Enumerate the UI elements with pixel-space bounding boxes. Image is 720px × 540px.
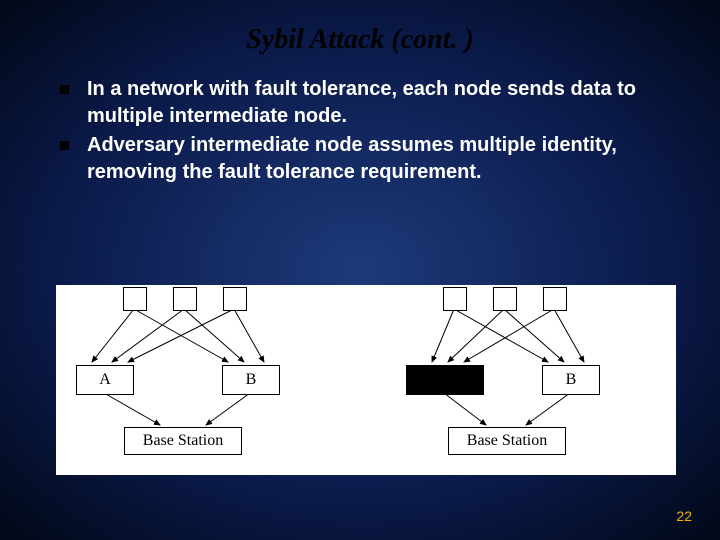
bullet-text: Adversary intermediate node assumes mult… — [87, 132, 680, 186]
mid-node-b-right: B — [542, 365, 600, 395]
bullet-list: In a network with fault tolerance, each … — [0, 56, 720, 186]
mid-node-b: B — [222, 365, 280, 395]
node-box — [123, 287, 147, 311]
node-box — [493, 287, 517, 311]
node-box — [173, 287, 197, 311]
diagram-figure: A B Base Station B Base Station — [56, 285, 676, 475]
page-number: 22 — [676, 508, 692, 524]
mid-node-adversary — [406, 365, 484, 395]
slide-title: Sybil Attack (cont. ) — [0, 0, 720, 56]
bullet-marker-icon — [60, 141, 69, 150]
mid-node-a: A — [76, 365, 134, 395]
base-station-right: Base Station — [448, 427, 566, 455]
base-station-left: Base Station — [124, 427, 242, 455]
bullet-marker-icon — [60, 85, 69, 94]
node-box — [443, 287, 467, 311]
bullet-text: In a network with fault tolerance, each … — [87, 76, 680, 130]
bullet-item: In a network with fault tolerance, each … — [60, 76, 680, 130]
bullet-item: Adversary intermediate node assumes mult… — [60, 132, 680, 186]
node-box — [223, 287, 247, 311]
node-box — [543, 287, 567, 311]
